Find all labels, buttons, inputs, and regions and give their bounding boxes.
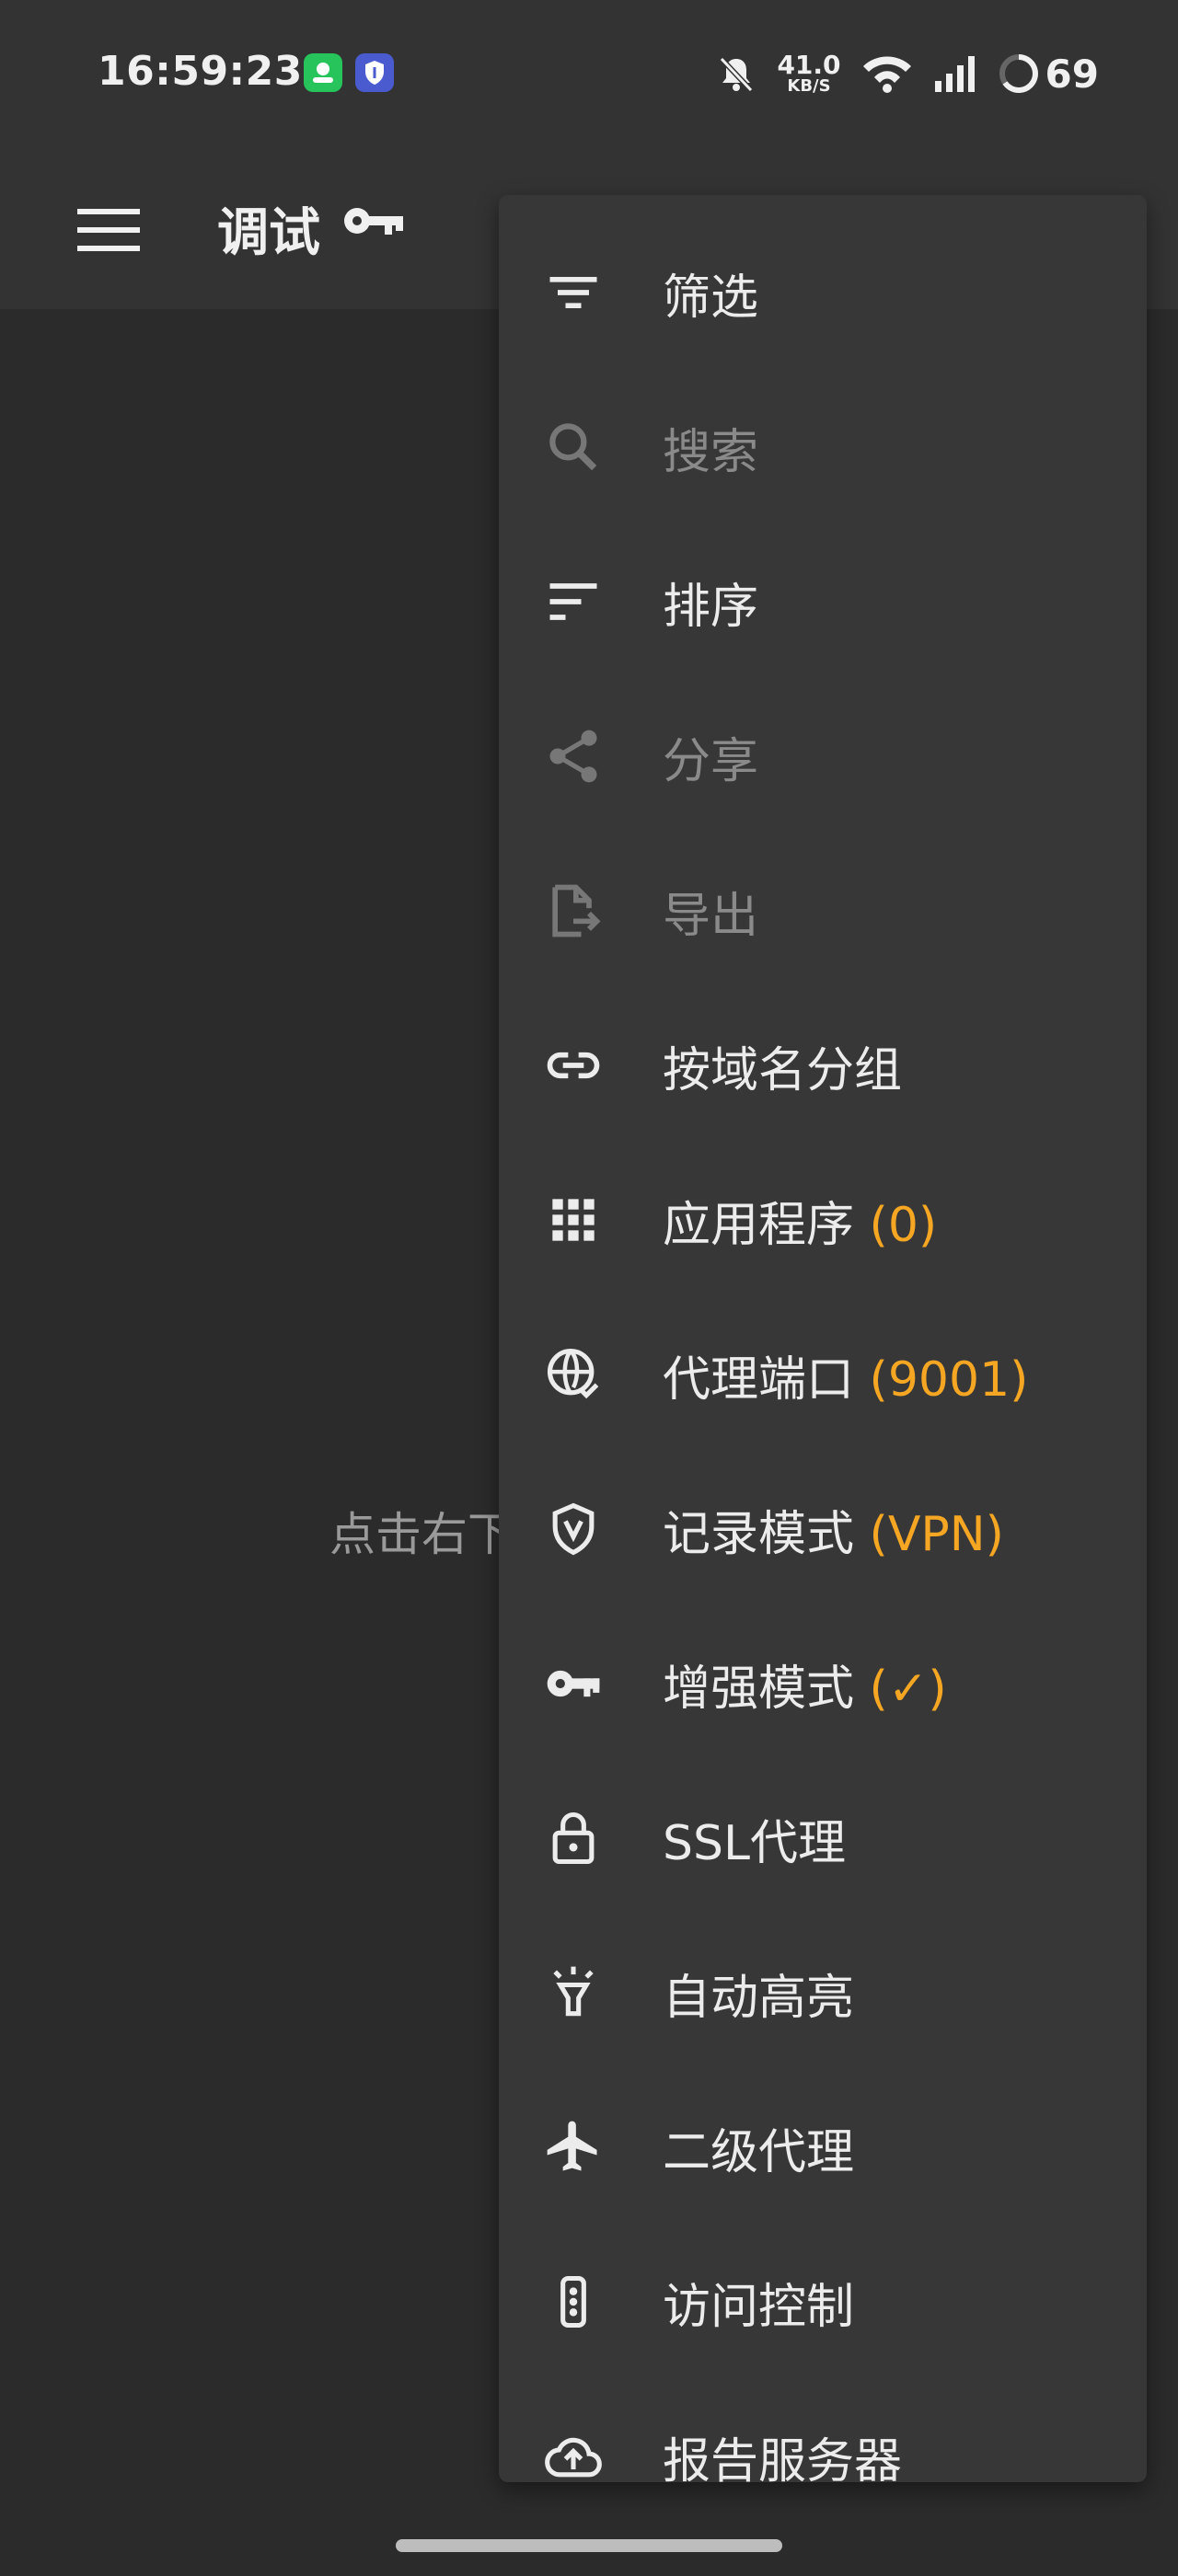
apps-grid-icon xyxy=(541,1188,606,1252)
filter-icon xyxy=(541,260,606,325)
net-speed: 41.0 KB/S xyxy=(777,50,841,96)
shield-v-icon xyxy=(541,1497,606,1561)
menu-item-applications[interactable]: 应用程序 (0) xyxy=(499,1143,1147,1297)
cloud-upload-icon xyxy=(541,2424,606,2482)
airplane-icon xyxy=(541,2115,606,2179)
menu-item-access-control[interactable]: 访问控制 xyxy=(499,2225,1147,2379)
empty-hint: 点击右下 xyxy=(329,1508,514,1561)
menu-item-sort[interactable]: 排序 xyxy=(499,524,1147,679)
menu-item-upstream-proxy[interactable]: 二级代理 xyxy=(499,2070,1147,2225)
sort-icon xyxy=(541,569,606,634)
share-icon xyxy=(541,724,606,788)
lock-icon xyxy=(541,1806,606,1870)
overflow-menu: 筛选 搜索 排序 分享 导出 按域名分组 应用程序 (0) 代理端口 (9001… xyxy=(499,195,1147,2482)
menu-item-proxy-port[interactable]: 代理端口 (9001) xyxy=(499,1297,1147,1452)
home-indicator[interactable] xyxy=(396,2539,782,2552)
menu-item-group-by-domain[interactable]: 按域名分组 xyxy=(499,988,1147,1143)
menu-item-enhanced-mode[interactable]: 增强模式 (✓) xyxy=(499,1606,1147,1761)
search-icon xyxy=(541,415,606,479)
app-notification-icon xyxy=(304,53,342,92)
page-title: 调试 xyxy=(217,203,320,263)
globe-check-icon xyxy=(541,1342,606,1407)
menu-item-report-server[interactable]: 报告服务器 xyxy=(499,2379,1147,2482)
link-icon xyxy=(541,1033,606,1098)
menu-item-share[interactable]: 分享 xyxy=(499,679,1147,834)
menu-icon xyxy=(77,209,140,251)
key-icon[interactable] xyxy=(342,201,405,245)
signal-icon xyxy=(933,53,977,94)
highlight-icon xyxy=(541,1961,606,2025)
battery-indicator: 69 xyxy=(998,52,1099,97)
export-icon xyxy=(541,879,606,943)
wifi-icon xyxy=(861,53,913,94)
muted-bell-icon xyxy=(716,53,756,94)
menu-item-filter[interactable]: 筛选 xyxy=(499,215,1147,370)
status-right-cluster: 41.0 KB/S 69 xyxy=(716,46,1099,101)
status-time: 16:59:23 xyxy=(98,48,303,95)
key-icon xyxy=(541,1651,606,1716)
menu-button[interactable] xyxy=(64,193,153,267)
menu-item-ssl-proxy[interactable]: SSL代理 xyxy=(499,1761,1147,1915)
menu-item-search[interactable]: 搜索 xyxy=(499,370,1147,524)
battery-ring-icon xyxy=(999,54,1038,93)
menu-item-export[interactable]: 导出 xyxy=(499,834,1147,988)
menu-item-record-mode[interactable]: 记录模式 (VPN) xyxy=(499,1452,1147,1606)
traffic-light-icon xyxy=(541,2270,606,2334)
status-bar: 16:59:23 41.0 KB/S 69 xyxy=(0,0,1178,147)
vpn-shield-icon xyxy=(355,53,394,92)
menu-item-auto-highlight[interactable]: 自动高亮 xyxy=(499,1915,1147,2070)
